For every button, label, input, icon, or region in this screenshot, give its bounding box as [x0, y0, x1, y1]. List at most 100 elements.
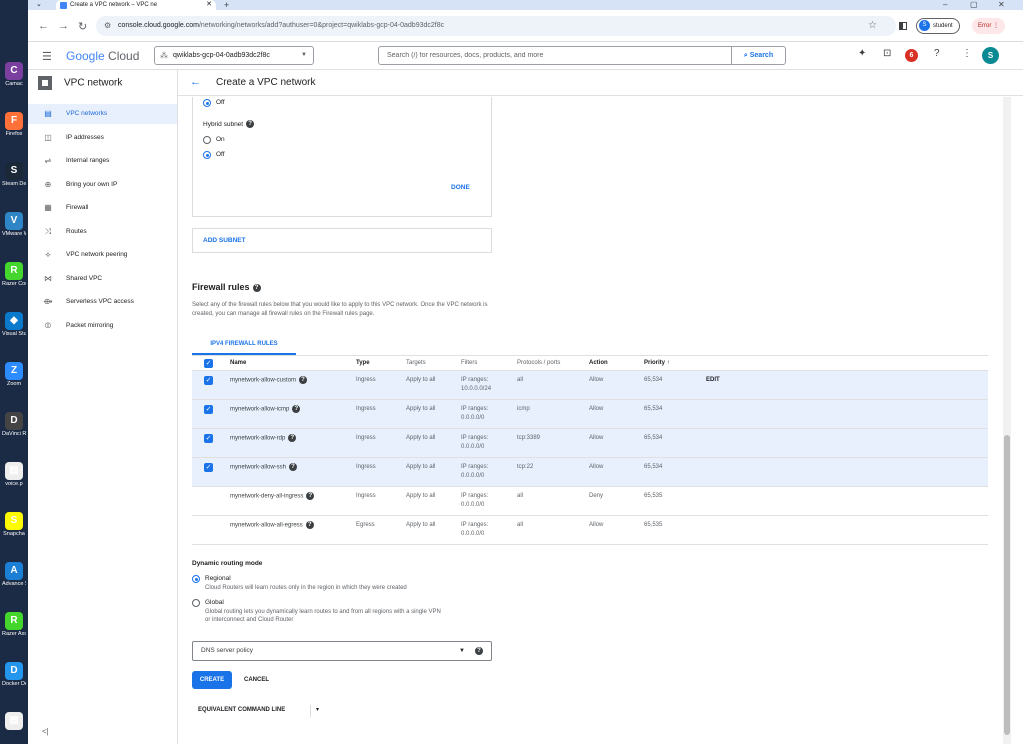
col-name[interactable]: Name [230, 356, 246, 371]
sidebar-item-bring-your-own-ip[interactable]: ⊕ Bring your own IP [28, 175, 177, 195]
firewall-icon: ▦ [44, 203, 52, 212]
help-icon[interactable]: ? [252, 283, 261, 292]
site-info-icon[interactable]: ⚙ [104, 16, 111, 36]
regional-description: Cloud Routers will learn routes only in … [205, 585, 407, 591]
help-icon[interactable]: ? [292, 405, 301, 413]
help-icon[interactable]: ? [934, 48, 940, 59]
scrollbar-thumb[interactable] [1004, 435, 1010, 735]
hamburger-menu-icon[interactable]: ☰ [42, 50, 52, 63]
col-filters[interactable]: Filters [461, 356, 477, 371]
dns-server-policy-select[interactable]: DNS server policy ▼ ? [192, 641, 492, 661]
cloud-shell-icon[interactable]: ⊡ [883, 48, 891, 59]
help-icon[interactable]: ? [289, 463, 298, 471]
radio-regional[interactable] [192, 575, 200, 583]
col-action[interactable]: Action [589, 356, 608, 371]
active-tab[interactable]: Create a VPC network – VPC ne ✕ [56, 0, 216, 10]
sidebar-item-firewall[interactable]: ▦ Firewall [28, 198, 177, 218]
add-subnet-button[interactable]: ADD SUBNET [192, 228, 492, 253]
collapse-sidebar-icon[interactable]: <| [42, 727, 49, 736]
google-cloud-logo[interactable]: Google Cloud [66, 48, 139, 64]
equivalent-command-line-button[interactable]: EQUIVALENT COMMAND LINE [198, 703, 285, 717]
desktop-shortcut[interactable]: VVMware Workstati [2, 212, 26, 238]
account-avatar[interactable]: S [982, 47, 999, 64]
sidebar-item-routes[interactable]: ⤨ Routes [28, 222, 177, 242]
search-button[interactable]: ⌕ Search [731, 47, 785, 64]
table-row[interactable]: ✓ mynetwork-allow-rdp? Ingress Apply to all… [192, 429, 988, 458]
help-icon[interactable]: ? [475, 647, 483, 655]
equivalent-dropdown-caret-icon[interactable]: ▾ [316, 703, 319, 717]
desktop-shortcut[interactable]: Z Zoom [2, 362, 26, 388]
desktop-shortcut[interactable]: R Razer Axo [2, 612, 26, 638]
profile-button[interactable]: Sstudent [916, 18, 960, 34]
desktop-shortcut[interactable]: ▤ [2, 712, 26, 731]
bookmark-star-icon[interactable]: ☆ [868, 20, 877, 31]
table-row[interactable]: mynetwork-deny-all-ingress? Ingress Apply … [192, 487, 988, 516]
notifications-badge[interactable]: 6 [905, 49, 918, 62]
back-arrow-icon[interactable]: ← [190, 76, 201, 88]
minimize-icon[interactable]: – [943, 0, 947, 10]
gemini-sparkle-icon[interactable]: ✦ [858, 48, 866, 59]
table-row[interactable]: ✓ mynetwork-allow-custom? Ingress Apply to … [192, 371, 988, 400]
more-options-icon[interactable]: ⋮ [962, 48, 972, 59]
row-checkbox[interactable]: ✓ [204, 405, 213, 414]
radio-hybrid-on[interactable] [203, 136, 211, 144]
sidebar-item-internal-ranges[interactable]: ⇌ Internal ranges [28, 151, 177, 171]
help-icon[interactable]: ? [288, 434, 297, 442]
close-tab-icon[interactable]: ✕ [206, 0, 212, 10]
row-checkbox[interactable]: ✓ [204, 376, 213, 385]
edit-rule-button[interactable]: EDIT [706, 376, 720, 385]
search-input[interactable] [379, 47, 729, 64]
col-priority[interactable]: Priority ↑ [644, 356, 670, 371]
desktop-shortcut[interactable]: S Steam De [2, 162, 26, 188]
col-protocols[interactable]: Protocols / ports [517, 356, 560, 371]
url-field[interactable]: ⚙ console.cloud.google.com/networking/ne… [96, 16, 896, 36]
page-scrollbar[interactable] [1003, 97, 1011, 744]
project-selector[interactable]: ⁂ qwiklabs-gcp-04-0adb93dc2f8c ▼ [154, 46, 314, 65]
help-icon[interactable]: ? [246, 120, 255, 129]
table-row[interactable]: mynetwork-allow-all-egress? Egress Apply t… [192, 516, 988, 545]
desktop-shortcut[interactable]: DDocker Desktop [2, 662, 26, 688]
side-panel-icon[interactable] [899, 22, 907, 30]
new-tab-icon[interactable]: + [224, 0, 229, 10]
help-icon[interactable]: ? [306, 492, 315, 500]
profile-avatar: S [919, 20, 930, 31]
desktop-shortcut[interactable]: S Snapcha [2, 512, 26, 538]
done-button[interactable]: DONE [451, 184, 470, 191]
sidebar-item-packet-mirroring[interactable]: ⦷ Packet mirroring [28, 316, 177, 336]
radio-hybrid-off[interactable] [203, 151, 211, 159]
desktop-shortcut[interactable]: R Razer Cort [2, 262, 26, 288]
sidebar-item-vpc-network-peering[interactable]: ⟡ VPC network peering [28, 245, 177, 265]
desktop-shortcut[interactable]: C Camac [2, 62, 26, 88]
desktop-shortcut[interactable]: DDaVinci Resolve [2, 412, 26, 438]
row-checkbox[interactable]: ✓ [204, 434, 213, 443]
table-row[interactable]: ✓ mynetwork-allow-ssh? Ingress Apply to all… [192, 458, 988, 487]
radio-global[interactable] [192, 599, 200, 607]
desktop-shortcut[interactable]: F Firefox [2, 112, 26, 138]
peering-icon: ⟡ [45, 250, 51, 259]
back-icon[interactable]: ← [38, 20, 49, 32]
table-row[interactable]: ✓ mynetwork-allow-icmp? Ingress Apply to al… [192, 400, 988, 429]
col-targets[interactable]: Targets [406, 356, 426, 371]
sidebar-item-serverless-vpc-access[interactable]: ⟴ Serverless VPC access [28, 292, 177, 312]
create-button[interactable]: CREATE [192, 671, 232, 689]
radio-top-off[interactable] [203, 99, 211, 107]
reload-icon[interactable]: ↻ [78, 20, 87, 33]
sidebar-item-ip-addresses[interactable]: ◫ IP addresses [28, 128, 177, 148]
sidebar-item-shared-vpc[interactable]: ⋈ Shared VPC [28, 269, 177, 289]
help-icon[interactable]: ? [305, 521, 314, 529]
desktop-shortcut[interactable]: AAdvance SystemC [2, 562, 26, 588]
select-all-checkbox[interactable]: ✓ [204, 359, 213, 368]
tab-list-chevron-icon[interactable]: ⌄ [36, 0, 42, 10]
col-type[interactable]: Type [356, 356, 370, 371]
close-window-icon[interactable]: ✕ [998, 0, 1005, 10]
forward-icon[interactable]: → [58, 20, 69, 32]
cancel-button[interactable]: CANCEL [244, 671, 269, 689]
help-icon[interactable]: ? [299, 376, 308, 384]
desktop-shortcut[interactable]: ▤ voice.p [2, 462, 26, 488]
error-button[interactable]: Error ⋮ [972, 18, 1006, 34]
tab-ipv4-firewall-rules[interactable]: IPV4 FIREWALL RULES [192, 335, 296, 355]
desktop-shortcut[interactable]: ◆Visual Stu Code [2, 312, 26, 338]
sidebar-item-vpc-networks[interactable]: ▤ VPC networks [28, 104, 177, 124]
row-checkbox[interactable]: ✓ [204, 463, 213, 472]
maximize-icon[interactable]: ▢ [970, 0, 978, 10]
